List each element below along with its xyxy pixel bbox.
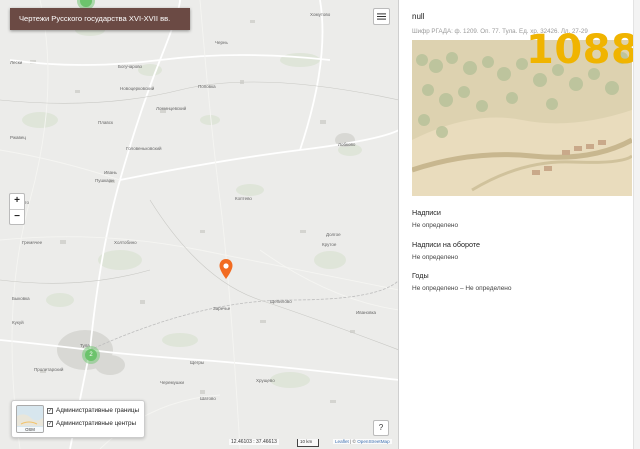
section-value-inscriptions: Не определено bbox=[412, 222, 459, 229]
place-label: Черемушки bbox=[160, 380, 184, 385]
section-label-years: Годы bbox=[412, 271, 429, 280]
place-label: Лески bbox=[10, 60, 23, 65]
map-attribution: Leaflet | © OpenStreetMap bbox=[333, 439, 392, 444]
layer-control: OSM ✓ Административные границы ✓ Админис… bbox=[11, 400, 145, 438]
cluster-count bbox=[80, 0, 92, 7]
place-label: Плавск bbox=[98, 120, 113, 125]
place-label: Щепилово bbox=[270, 299, 292, 304]
record-counter: 1088 bbox=[526, 27, 640, 73]
place-label: Крутое bbox=[322, 242, 337, 247]
cluster-count: 2 bbox=[85, 349, 97, 361]
place-label: Быковка bbox=[12, 296, 30, 301]
place-label: Чернь bbox=[215, 40, 228, 45]
place-label: Головеньковский bbox=[126, 146, 162, 151]
osm-link[interactable]: OpenStreetMap bbox=[357, 439, 389, 444]
place-label: Ржавец bbox=[10, 135, 26, 140]
place-label: Ивановка bbox=[356, 310, 377, 315]
place-label: Лобково bbox=[338, 142, 356, 147]
place-label: Коптево bbox=[235, 196, 252, 201]
place-label: Долгое bbox=[326, 232, 341, 237]
place-label: Хрущево bbox=[256, 378, 275, 383]
place-label: Ивань bbox=[104, 170, 117, 175]
section-label-reverse-inscriptions: Надписи на обороте bbox=[412, 240, 481, 249]
zoom-in-button[interactable]: + bbox=[10, 194, 24, 209]
layer-toggle-centers[interactable]: ✓ Административные центры bbox=[47, 420, 136, 427]
place-label: Щегры bbox=[190, 360, 205, 365]
checkbox[interactable]: ✓ bbox=[47, 420, 53, 427]
section-label-inscriptions: Надписи bbox=[412, 208, 441, 217]
place-label: Ломинцевский bbox=[156, 106, 187, 111]
hamburger-menu-icon[interactable] bbox=[373, 8, 390, 25]
place-label: Шатово bbox=[200, 396, 216, 401]
place-label: Хомутово bbox=[310, 12, 331, 17]
map-pin-icon[interactable] bbox=[219, 259, 233, 279]
zoom-out-button[interactable]: − bbox=[10, 209, 24, 224]
attribution-separator: | © bbox=[348, 439, 358, 444]
document-title: null bbox=[412, 12, 425, 21]
map-view[interactable]: Хомутово Чернь Поповка Лески Плавск Иван… bbox=[0, 0, 399, 449]
coordinates-readout: 12.46103 : 37.46613 bbox=[229, 439, 279, 445]
basemap-thumbnail[interactable]: OSM bbox=[16, 405, 44, 433]
layer-label: Административные центры bbox=[56, 420, 137, 427]
app-window: Хомутово Чернь Поповка Лески Плавск Иван… bbox=[0, 0, 640, 449]
place-label: Пролетарский bbox=[34, 367, 64, 372]
checkbox[interactable]: ✓ bbox=[47, 407, 53, 414]
marker-cluster[interactable]: 2 bbox=[82, 346, 100, 364]
place-label: Пушкари bbox=[95, 178, 114, 183]
place-label: Кукуй bbox=[12, 320, 24, 325]
place-label: Гремячее bbox=[22, 240, 43, 245]
scale-bar: 10 km bbox=[297, 439, 319, 447]
panel-scrollbar[interactable] bbox=[633, 0, 640, 449]
place-label: Заречье bbox=[213, 306, 231, 311]
map-title: Чертежи Русского государства XVI-XVII вв… bbox=[10, 8, 190, 30]
layer-toggle-boundaries[interactable]: ✓ Административные границы bbox=[47, 407, 139, 414]
place-label: Богучарово bbox=[118, 64, 143, 69]
section-value-years: Не определено – Не определено bbox=[412, 285, 512, 292]
place-label: Новоцерковский bbox=[120, 86, 155, 91]
help-button[interactable]: ? bbox=[373, 420, 389, 436]
section-value-reverse-inscriptions: Не определено bbox=[412, 254, 459, 261]
layer-label: Административные границы bbox=[56, 407, 140, 414]
leaflet-link[interactable]: Leaflet bbox=[335, 439, 349, 444]
place-label: Поповка bbox=[198, 84, 216, 89]
zoom-control: + − bbox=[9, 193, 25, 225]
place-label: Холтобино bbox=[114, 240, 137, 245]
basemap-label: OSM bbox=[17, 427, 43, 432]
map-tiles bbox=[0, 0, 398, 449]
